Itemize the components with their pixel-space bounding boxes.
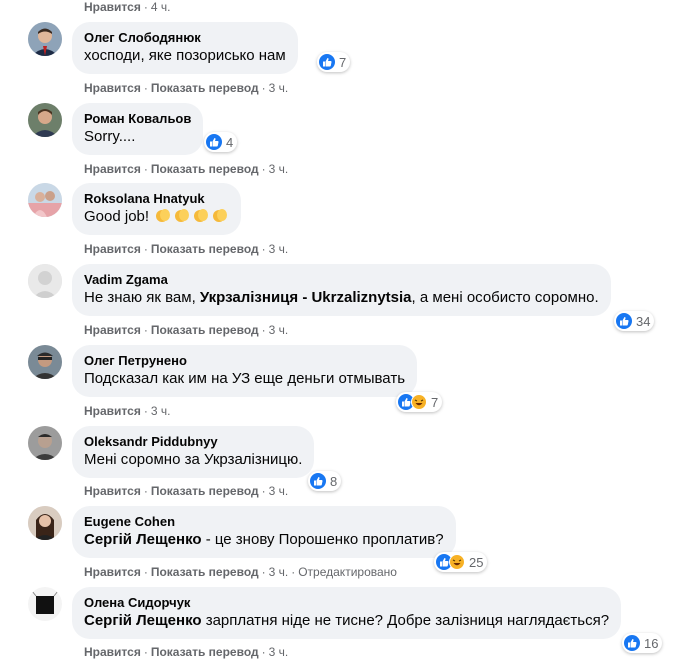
comment-bubble: Олег Слободянюк хосподи, яке позорисько … <box>72 22 298 74</box>
avatar[interactable] <box>28 506 62 540</box>
timestamp[interactable]: 3 ч. <box>269 484 289 498</box>
reactions-badge[interactable]: 7 <box>317 52 351 72</box>
reactions-badge[interactable]: 25 <box>434 552 488 572</box>
top-actions: Нравится · 4 ч. <box>84 0 171 14</box>
comment-bubble: Oleksandr Piddubnyy Мені соромно за Укрз… <box>72 426 315 478</box>
comment-text: Good job! <box>84 207 229 227</box>
avatar[interactable] <box>28 103 62 137</box>
comment-bubble: Олена Сидорчук Сергій Лещенко зарплатня … <box>72 587 622 639</box>
translate-link[interactable]: Показать перевод <box>151 565 259 579</box>
like-link[interactable]: Нравится <box>84 242 141 256</box>
mention-link[interactable]: Сергій Лещенко <box>84 612 202 629</box>
like-link[interactable]: Нравится <box>84 404 141 418</box>
reactions-badge[interactable]: 4 <box>204 132 238 152</box>
translate-link[interactable]: Показать перевод <box>151 242 259 256</box>
timestamp[interactable]: 3 ч. <box>269 242 289 256</box>
like-reaction-icon <box>319 54 335 70</box>
comment-author[interactable]: Vadim Zgama <box>84 271 599 288</box>
like-link[interactable]: Нравится <box>84 323 141 337</box>
comment-actions: Нравится · Показать перевод · 3 ч. <box>84 484 289 498</box>
translate-link[interactable]: Показать перевод <box>151 323 259 337</box>
comment-actions: Нравится · Показать перевод · 3 ч. <box>84 323 289 337</box>
reactions-badge[interactable]: 7 <box>396 392 443 412</box>
clapping-hands-emoji <box>153 208 229 225</box>
comment-text: Не знаю як вам, Укрзалізниця - Ukrzalizn… <box>84 289 599 306</box>
avatar[interactable] <box>28 264 62 298</box>
reactions-badge[interactable]: 34 <box>614 311 655 331</box>
mention-link[interactable]: Укрзалізниця - Ukrzaliznytsia <box>200 289 412 306</box>
avatar[interactable] <box>28 426 62 460</box>
reactions-badge[interactable]: 8 <box>308 471 342 491</box>
comment-bubble: Roksolana Hnatyuk Good job! <box>72 183 242 235</box>
timestamp[interactable]: 3 ч. <box>269 645 289 659</box>
like-reaction-icon <box>310 473 326 489</box>
timestamp[interactable]: 3 ч. <box>269 565 289 579</box>
comment-actions: Нравится · 3 ч. <box>84 404 171 418</box>
translate-link[interactable]: Показать перевод <box>151 81 259 95</box>
comment-text: хосподи, яке позорисько нам <box>84 47 286 64</box>
avatar[interactable] <box>28 22 62 56</box>
like-reaction-icon <box>206 134 222 150</box>
avatar[interactable] <box>28 183 62 217</box>
timestamp[interactable]: 4 ч. <box>151 0 171 14</box>
comment-actions: Нравится · Показать перевод · 3 ч. <box>84 645 289 659</box>
comment-author[interactable]: Eugene Cohen <box>84 513 444 530</box>
timestamp[interactable]: 3 ч. <box>269 162 289 176</box>
timestamp[interactable]: 3 ч. <box>269 81 289 95</box>
reactions-badge[interactable]: 16 <box>622 633 663 653</box>
comment-actions: Нравится · Показать перевод · 3 ч. <box>84 242 289 256</box>
avatar[interactable] <box>28 345 62 379</box>
comment-actions: Нравится · Показать перевод · 3 ч. <box>84 162 289 176</box>
like-link[interactable]: Нравится <box>84 0 141 14</box>
comment-text: Мені соромно за Укрзалізницю. <box>84 451 303 468</box>
like-link[interactable]: Нравится <box>84 484 141 498</box>
comment-author[interactable]: Олег Слободянюк <box>84 29 286 46</box>
comment-bubble: Роман Ковальов Sorry.... <box>72 103 204 155</box>
like-link[interactable]: Нравится <box>84 162 141 176</box>
comment-actions: Нравится · Показать перевод · 3 ч. · Отредакти… <box>84 565 397 579</box>
timestamp[interactable]: 3 ч. <box>151 404 171 418</box>
comment-text: Подсказал как им на УЗ еще деньги отмыва… <box>84 370 406 387</box>
comment-author[interactable]: Олена Сидорчук <box>84 594 609 611</box>
comment-author[interactable]: Oleksandr Piddubnyy <box>84 433 302 450</box>
timestamp[interactable]: 3 ч. <box>269 323 289 337</box>
comment-text: Сергій Лещенко - це знову Порошенко проп… <box>84 531 444 548</box>
avatar[interactable] <box>28 587 62 621</box>
translate-link[interactable]: Показать перевод <box>151 645 259 659</box>
comment-bubble: Eugene Cohen Сергій Лещенко - це знову П… <box>72 506 456 558</box>
like-reaction-icon <box>616 313 632 329</box>
haha-reaction-icon <box>449 554 465 570</box>
like-link[interactable]: Нравится <box>84 645 141 659</box>
comment-text: Сергій Лещенко зарплатня ніде не тисне? … <box>84 612 610 629</box>
haha-reaction-icon <box>411 394 427 410</box>
translate-link[interactable]: Показать перевод <box>151 162 259 176</box>
translate-link[interactable]: Показать перевод <box>151 484 259 498</box>
comment-bubble: Vadim Zgama Не знаю як вам, Укрзалізниця… <box>72 264 611 316</box>
edited-label: Отредактировано <box>298 565 397 579</box>
mention-link[interactable]: Сергій Лещенко <box>84 531 202 548</box>
like-reaction-icon <box>624 635 640 651</box>
comment-actions: Нравится · Показать перевод · 3 ч. <box>84 81 289 95</box>
comment-author[interactable]: Роман Ковальов <box>84 110 191 127</box>
comment-text: Sorry.... <box>84 128 136 145</box>
comment-author[interactable]: Олег Петрунено <box>84 352 405 369</box>
comment-bubble: Олег Петрунено Подсказал как им на УЗ ещ… <box>72 345 418 397</box>
like-link[interactable]: Нравится <box>84 565 141 579</box>
comment-author[interactable]: Roksolana Hnatyuk <box>84 190 229 207</box>
like-link[interactable]: Нравится <box>84 81 141 95</box>
